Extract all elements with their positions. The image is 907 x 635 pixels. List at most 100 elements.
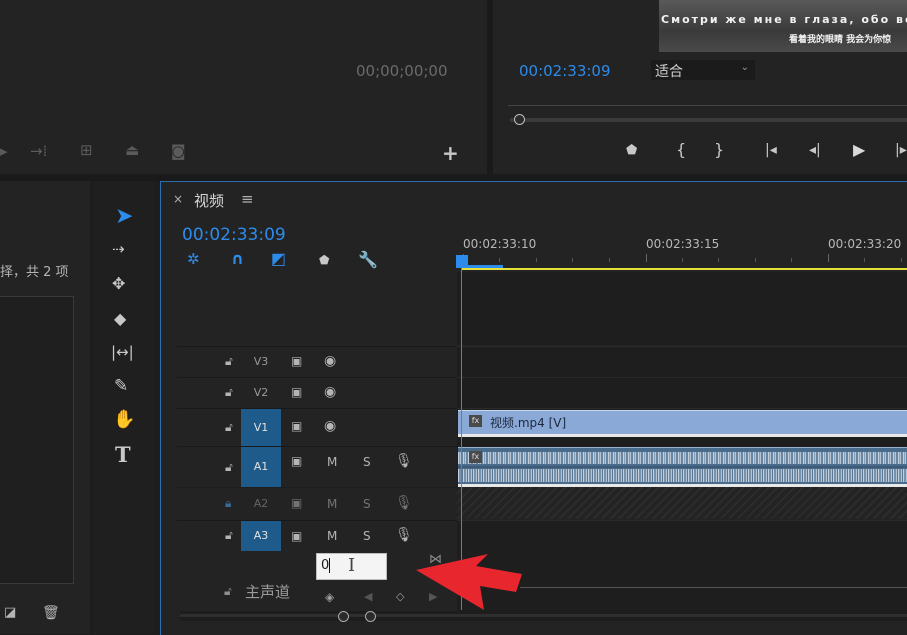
track-label[interactable]: A2: [241, 488, 281, 520]
wrench-icon[interactable]: 🔧: [358, 252, 378, 268]
track-a3[interactable]: 🔓︎ A3 ▣ M S 🎙︎: [177, 520, 457, 551]
add-button-icon[interactable]: +: [442, 143, 459, 163]
ripple-edit-tool-icon[interactable]: ✥: [112, 276, 125, 292]
track-label[interactable]: V2: [241, 378, 281, 408]
track-v1[interactable]: 🔓︎ V1 ▣ ◉: [177, 408, 457, 446]
microphone-icon[interactable]: 🎙︎: [395, 453, 413, 469]
export-frame-icon[interactable]: ⏏: [125, 143, 139, 158]
lock-closed-icon[interactable]: 🔒︎: [225, 496, 231, 511]
go-to-in-icon[interactable]: |◂: [765, 143, 777, 157]
track-lane-v2[interactable]: [457, 377, 907, 408]
toggle-sync-icon[interactable]: ▣: [291, 496, 302, 510]
track-a2[interactable]: 🔒︎ A2 ▣ M S 🎙︎: [177, 487, 457, 520]
audio-waveform-bottom: [458, 469, 907, 482]
audio-clip[interactable]: fx: [458, 447, 907, 486]
master-track-label: 主声道: [245, 583, 291, 601]
lock-icon[interactable]: 🔓︎: [225, 354, 233, 369]
source-timecode[interactable]: 00;00;00;00: [356, 62, 448, 80]
project-bin-area[interactable]: [0, 296, 74, 584]
keyframe-nav-icon[interactable]: ◈: [325, 591, 334, 603]
lock-icon[interactable]: 🔓︎: [225, 385, 233, 400]
volume-input[interactable]: 0 I: [316, 553, 387, 580]
pen-tool-icon[interactable]: ✎: [114, 378, 128, 395]
horizontal-divider[interactable]: [0, 174, 907, 181]
track-v2[interactable]: 🔓︎ V2 ▣ ◉: [177, 377, 457, 408]
overwrite-icon[interactable]: ⊞: [80, 143, 93, 158]
panel-menu-icon[interactable]: ≡: [241, 190, 254, 208]
linked-selection-icon[interactable]: ◩: [271, 251, 286, 267]
razor-tool-icon[interactable]: ◆: [114, 311, 126, 327]
zoom-handle-right[interactable]: [365, 611, 376, 622]
toggle-sync-icon[interactable]: ▣: [291, 354, 302, 368]
add-marker-icon[interactable]: ⬟: [319, 254, 329, 266]
work-area-start[interactable]: [463, 265, 503, 268]
program-playhead-handle[interactable]: [514, 114, 525, 125]
fx-badge: fx: [469, 415, 482, 427]
nest-sequence-icon[interactable]: ✲: [187, 252, 200, 267]
insert-icon[interactable]: →⁞: [30, 144, 47, 159]
program-scrub-bar[interactable]: [510, 118, 907, 122]
mute-button[interactable]: M: [327, 497, 337, 511]
prev-keyframe-icon[interactable]: ◀: [364, 591, 372, 602]
microphone-icon[interactable]: 🎙︎: [395, 527, 413, 543]
track-v3[interactable]: 🔓︎ V3 ▣ ◉: [177, 346, 457, 377]
lock-icon[interactable]: 🔓︎: [225, 420, 233, 435]
track-select-tool-icon[interactable]: ⇢: [112, 242, 125, 257]
solo-button[interactable]: S: [363, 455, 371, 469]
eye-icon[interactable]: ◉: [324, 384, 336, 400]
new-item-icon[interactable]: ◪: [4, 606, 16, 619]
step-back-icon[interactable]: ▸: [0, 144, 8, 159]
lock-icon[interactable]: 🔓︎: [225, 528, 233, 543]
hand-tool-icon[interactable]: ✋: [113, 411, 135, 429]
microphone-icon[interactable]: 🎙︎: [395, 495, 413, 511]
toggle-sync-icon[interactable]: ▣: [291, 529, 302, 543]
slip-tool-icon[interactable]: |↔|: [111, 345, 134, 360]
timeline-timecode[interactable]: 00:02:33:09: [182, 225, 286, 245]
solo-button[interactable]: S: [363, 497, 371, 511]
toggle-sync-icon[interactable]: ▣: [291, 419, 302, 433]
lock-icon[interactable]: 🔓︎: [224, 584, 232, 599]
mark-in-icon[interactable]: {: [676, 142, 686, 158]
track-label[interactable]: A1: [241, 447, 281, 487]
track-label[interactable]: V3: [241, 347, 281, 377]
track-lane-a2[interactable]: [457, 487, 907, 519]
type-tool-icon[interactable]: T: [115, 444, 131, 465]
camera-icon[interactable]: ◙: [171, 144, 186, 159]
eye-icon[interactable]: ◉: [324, 353, 336, 369]
add-keyframe-icon[interactable]: ◇: [396, 591, 404, 602]
lock-icon[interactable]: 🔓︎: [225, 460, 233, 475]
playhead-handle[interactable]: [456, 255, 468, 268]
zoom-select[interactable]: 适合 ⌄: [651, 60, 755, 80]
step-back-frame-icon[interactable]: ◂|: [809, 143, 821, 157]
mark-out-icon[interactable]: }: [714, 142, 724, 158]
play-icon[interactable]: ▶: [853, 142, 865, 158]
video-clip-bottom: [458, 434, 907, 437]
eye-icon[interactable]: ◉: [324, 418, 336, 434]
selection-tool-icon[interactable]: ➤: [115, 206, 133, 228]
track-label[interactable]: A3: [241, 521, 281, 551]
close-tab-icon[interactable]: ×: [173, 192, 183, 206]
timeline-zoom-scrollbar[interactable]: [180, 611, 907, 622]
track-lane-a3[interactable]: [457, 520, 907, 551]
toggle-sync-icon[interactable]: ▣: [291, 385, 302, 399]
solo-button[interactable]: S: [363, 529, 371, 543]
work-area-bar[interactable]: [461, 268, 907, 270]
track-lane-v3[interactable]: [457, 346, 907, 377]
step-forward-frame-icon[interactable]: |▸: [895, 143, 907, 157]
mute-button[interactable]: M: [327, 529, 337, 543]
zoom-handle-left[interactable]: [338, 611, 349, 622]
toggle-sync-icon[interactable]: ▣: [291, 454, 302, 468]
track-lane-master: [457, 551, 907, 611]
add-marker-icon[interactable]: ⬟: [626, 144, 637, 157]
time-ruler[interactable]: 00:02:33:10 00:02:33:15 00:02:33:20: [457, 230, 907, 270]
mute-button[interactable]: M: [327, 455, 337, 469]
program-time-ruler[interactable]: [508, 97, 907, 111]
timeline-tab-title[interactable]: 视频: [194, 190, 224, 211]
program-timecode[interactable]: 00:02:33:09: [519, 62, 611, 80]
snap-magnet-icon[interactable]: ∩: [231, 251, 244, 267]
track-a1[interactable]: 🔓︎ A1 ▣ M S 🎙︎: [177, 446, 457, 487]
video-clip[interactable]: fx 视频.mp4 [V]: [458, 410, 907, 435]
track-label[interactable]: V1: [241, 409, 281, 446]
ruler-label: 00:02:33:10: [463, 237, 537, 251]
trash-icon[interactable]: 🗑: [42, 606, 60, 620]
